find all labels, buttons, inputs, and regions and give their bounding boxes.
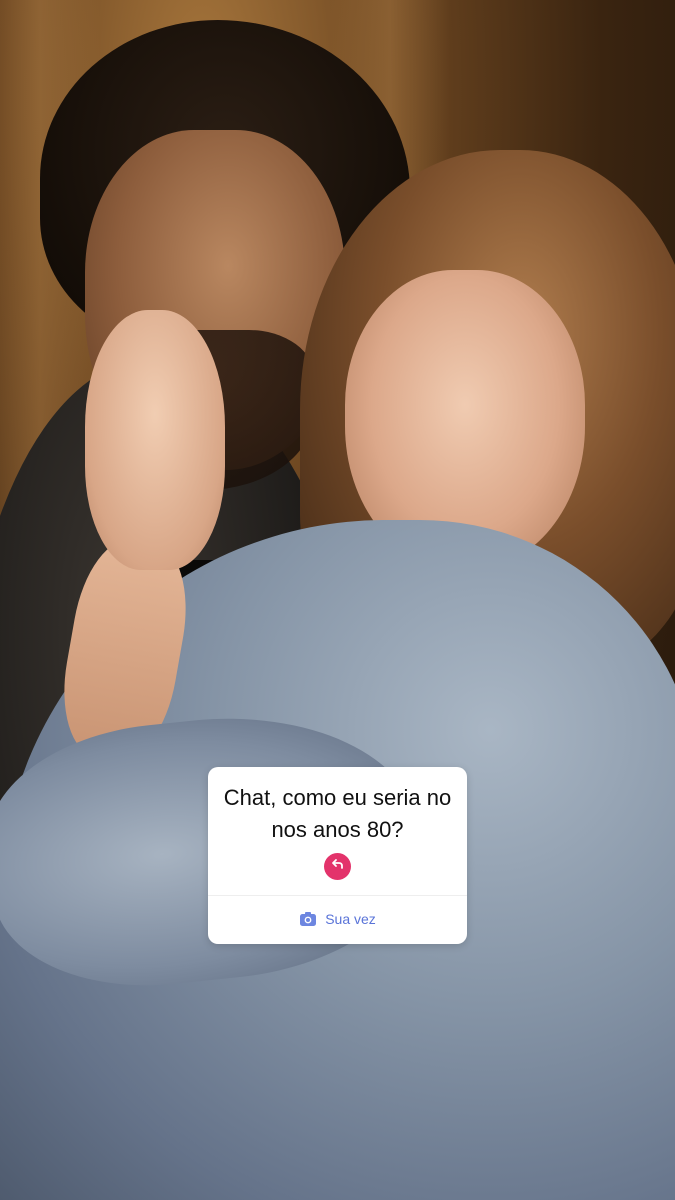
story-viewer: Chat, como eu seria no nos anos 80? Sua … <box>0 0 675 1200</box>
sticker-question-text: Chat, como eu seria no nos anos 80? <box>223 785 452 842</box>
your-turn-button[interactable]: Sua vez <box>208 906 467 932</box>
story-photo <box>0 0 675 1200</box>
reply-button[interactable] <box>324 853 351 880</box>
your-turn-label: Sua vez <box>325 911 376 927</box>
sticker-divider <box>208 895 467 896</box>
woman-hand <box>85 310 225 570</box>
reply-arrow-icon <box>331 857 345 876</box>
camera-icon <box>299 911 317 927</box>
